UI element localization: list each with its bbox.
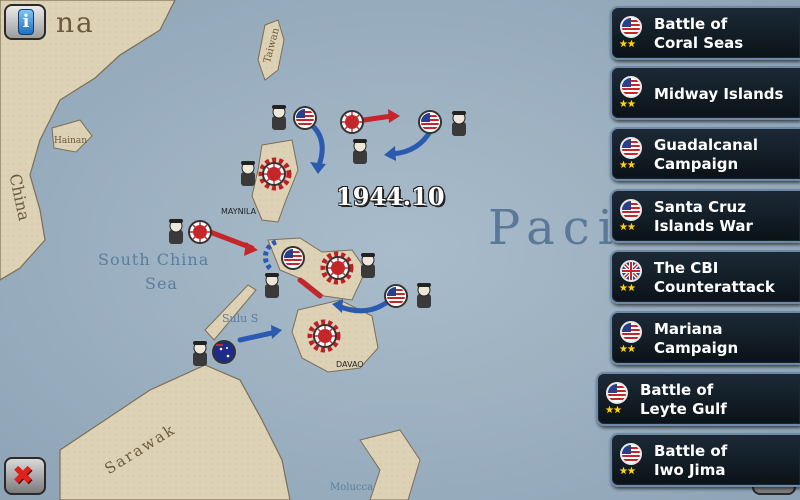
usa-flag-icon bbox=[620, 137, 642, 159]
difficulty-stars: ★★ bbox=[619, 39, 636, 50]
campaign-list: ★★ Battle of Coral Seas ★★ Midway Island… bbox=[596, 0, 800, 500]
campaign-item[interactable]: ★★ Battle of Iwo Jima bbox=[610, 433, 800, 487]
difficulty-stars: ★★ bbox=[619, 160, 636, 171]
campaign-label: Guadalcanal Campaign bbox=[654, 136, 759, 173]
close-icon: ✖ bbox=[12, 461, 34, 491]
uk-flag-icon bbox=[620, 260, 642, 282]
usa-flag-icon bbox=[620, 199, 642, 221]
difficulty-stars: ★★ bbox=[619, 344, 636, 355]
usa-flag-icon bbox=[606, 382, 628, 404]
campaign-label: Midway Islands bbox=[654, 85, 784, 103]
campaign-label: Mariana Campaign bbox=[654, 320, 739, 357]
close-button[interactable]: ✖ bbox=[4, 457, 46, 495]
difficulty-stars: ★★ bbox=[605, 405, 622, 416]
difficulty-stars: ★★ bbox=[619, 466, 636, 477]
campaign-label: The CBI Counterattack bbox=[654, 259, 775, 296]
campaign-item-selected[interactable]: ★★ Battle of Leyte Gulf bbox=[596, 372, 800, 426]
difficulty-stars: ★★ bbox=[619, 283, 636, 294]
campaign-label: Battle of Coral Seas bbox=[654, 15, 744, 52]
usa-flag-icon bbox=[620, 321, 642, 343]
campaign-item[interactable]: ★★ Santa Cruz Islands War bbox=[610, 189, 800, 243]
usa-flag-icon bbox=[620, 443, 642, 465]
info-button[interactable]: i bbox=[4, 4, 46, 40]
campaign-item[interactable]: ★★ Mariana Campaign bbox=[610, 311, 800, 365]
campaign-label: Battle of Leyte Gulf bbox=[640, 381, 727, 418]
info-icon: i bbox=[18, 9, 34, 35]
difficulty-stars: ★★ bbox=[619, 99, 636, 110]
campaign-item[interactable]: ★★ Battle of Coral Seas bbox=[610, 6, 800, 60]
usa-flag-icon bbox=[620, 76, 642, 98]
difficulty-stars: ★★ bbox=[619, 222, 636, 233]
campaign-label: Santa Cruz Islands War bbox=[654, 198, 753, 235]
campaign-label: Battle of Iwo Jima bbox=[654, 442, 728, 479]
campaign-item[interactable]: ★★ Midway Islands bbox=[610, 66, 800, 120]
campaign-item[interactable]: ★★ Guadalcanal Campaign bbox=[610, 127, 800, 181]
usa-flag-icon bbox=[620, 16, 642, 38]
campaign-item[interactable]: ★★ The CBI Counterattack bbox=[610, 250, 800, 304]
